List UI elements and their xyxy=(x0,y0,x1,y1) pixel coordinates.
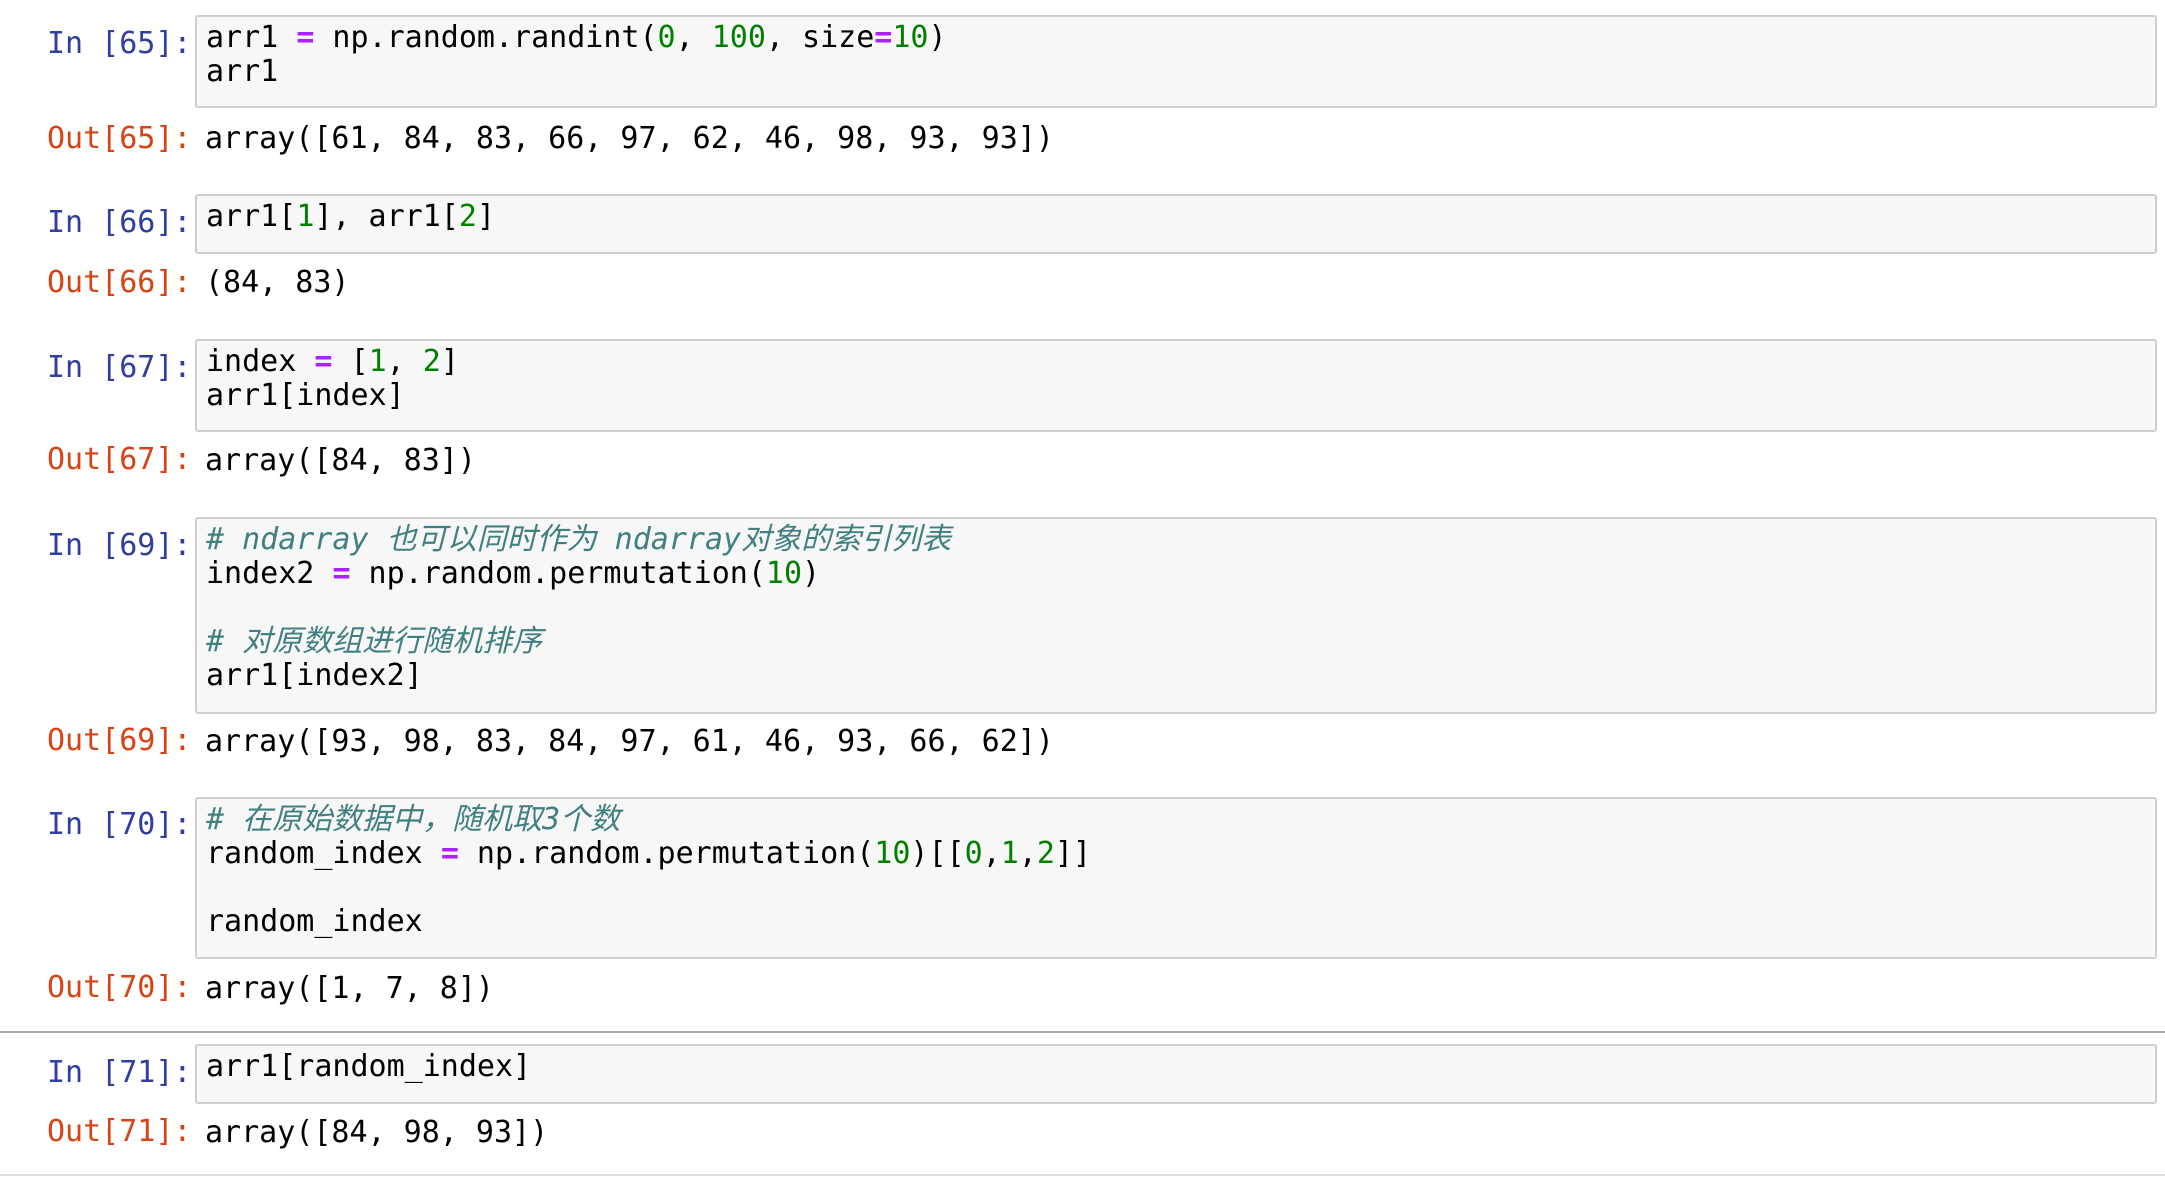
code-token: , size xyxy=(765,20,875,55)
in-prompt: In [65]: xyxy=(47,26,192,61)
operator-token: = xyxy=(314,344,333,379)
operator-token: = xyxy=(440,836,459,871)
code-line: arr1[index] xyxy=(206,379,2146,413)
code-line: arr1[1], arr1[2] xyxy=(206,200,2146,234)
comment-token: # 对原数组进行随机排序 xyxy=(206,624,543,659)
output-text: array([93, 98, 83, 84, 97, 61, 46, 93, 6… xyxy=(205,724,1054,759)
code-input[interactable]: arr1 = np.random.randint(0, 100, size=10… xyxy=(195,15,2157,108)
code-token: arr1[ xyxy=(206,199,297,234)
output-text: (84, 83) xyxy=(205,265,350,300)
code-line: arr1 = np.random.randint(0, 100, size=10… xyxy=(206,21,2146,55)
notebook: In [65]: arr1 = np.random.randint(0, 100… xyxy=(0,0,2165,1177)
number-token: 1 xyxy=(368,344,387,379)
code-line: index = [1, 2] xyxy=(206,345,2146,379)
code-line: arr1[random_index] xyxy=(206,1050,2146,1084)
notebook-bottom-border xyxy=(0,1174,2165,1176)
code-input[interactable]: arr1[random_index] xyxy=(195,1044,2157,1104)
code-token: arr1[index2] xyxy=(206,658,423,693)
code-token: np.random.randint( xyxy=(314,20,658,55)
number-token: 0 xyxy=(657,20,676,55)
out-prompt: Out[67]: xyxy=(47,442,192,477)
code-token: ) xyxy=(802,556,821,591)
code-token: ] xyxy=(440,344,459,379)
number-token: 1 xyxy=(1000,836,1019,871)
comment-token: # 在原始数据中，随机取3个数 xyxy=(206,802,621,837)
operator-token: = xyxy=(332,556,351,591)
out-prompt: Out[70]: xyxy=(47,970,192,1005)
code-token: np.random.permutation( xyxy=(350,556,766,591)
out-prompt: Out[65]: xyxy=(47,121,192,156)
number-token: 2 xyxy=(422,344,441,379)
number-token: 10 xyxy=(874,836,911,871)
operator-token: = xyxy=(874,20,893,55)
cell-separator xyxy=(0,1031,2165,1033)
number-token: 2 xyxy=(1036,836,1055,871)
code-token: , xyxy=(982,836,1001,871)
output-text: array([84, 83]) xyxy=(205,443,476,478)
output-text: array([61, 84, 83, 66, 97, 62, 46, 98, 9… xyxy=(205,121,1054,156)
code-input[interactable]: arr1[1], arr1[2] xyxy=(195,194,2157,254)
code-token: arr1[index] xyxy=(206,378,405,413)
code-token: ], arr1[ xyxy=(314,199,459,234)
code-token: , xyxy=(386,344,423,379)
output-text: array([84, 98, 93]) xyxy=(205,1115,549,1150)
comment-token: # ndarray 也可以同时作为 ndarray对象的索引列表 xyxy=(206,522,952,557)
number-token: 2 xyxy=(458,199,477,234)
code-token: ] xyxy=(476,199,495,234)
code-token: random_index xyxy=(206,904,423,939)
out-prompt: Out[71]: xyxy=(47,1114,192,1149)
code-line: # ndarray 也可以同时作为 ndarray对象的索引列表 xyxy=(206,523,2146,557)
in-prompt: In [67]: xyxy=(47,350,192,385)
out-prompt: Out[66]: xyxy=(47,265,192,300)
code-token: ) xyxy=(928,20,947,55)
number-token: 1 xyxy=(296,199,315,234)
code-input[interactable]: # ndarray 也可以同时作为 ndarray对象的索引列表 index2 =… xyxy=(195,517,2157,714)
code-line: arr1[index2] xyxy=(206,659,2146,693)
out-prompt: Out[69]: xyxy=(47,723,192,758)
code-token: arr1 xyxy=(206,20,297,55)
code-token: random_index xyxy=(206,836,441,871)
code-line: index2 = np.random.permutation(10) xyxy=(206,557,2146,591)
in-prompt: In [66]: xyxy=(47,205,192,240)
number-token: 10 xyxy=(765,556,803,591)
code-line: arr1 xyxy=(206,55,2146,89)
code-line: random_index xyxy=(206,905,2146,939)
in-prompt: In [71]: xyxy=(47,1055,192,1090)
code-token: index xyxy=(206,344,315,379)
in-prompt: In [69]: xyxy=(47,528,192,563)
output-text: array([1, 7, 8]) xyxy=(205,971,494,1006)
code-line: # 在原始数据中，随机取3个数 xyxy=(206,803,2146,837)
code-token: ]] xyxy=(1054,836,1092,871)
code-line: # 对原数组进行随机排序 xyxy=(206,625,2146,659)
code-token: np.random.permutation( xyxy=(458,836,875,871)
in-prompt: In [70]: xyxy=(47,807,192,842)
number-token: 100 xyxy=(711,20,766,55)
code-token: )[[ xyxy=(910,836,965,871)
code-token: , xyxy=(675,20,712,55)
code-line: random_index = np.random.permutation(10)… xyxy=(206,837,2146,871)
code-input[interactable]: # 在原始数据中，随机取3个数 random_index = np.random.… xyxy=(195,797,2157,959)
code-token: arr1 xyxy=(206,54,279,89)
number-token: 10 xyxy=(892,20,929,55)
number-token: 0 xyxy=(964,836,983,871)
code-token: arr1[random_index] xyxy=(206,1049,532,1084)
operator-token: = xyxy=(296,20,315,55)
code-token: index2 xyxy=(206,556,333,591)
code-token: , xyxy=(1018,836,1037,871)
code-token: [ xyxy=(332,344,369,379)
code-input[interactable]: index = [1, 2] arr1[index] xyxy=(195,339,2157,432)
